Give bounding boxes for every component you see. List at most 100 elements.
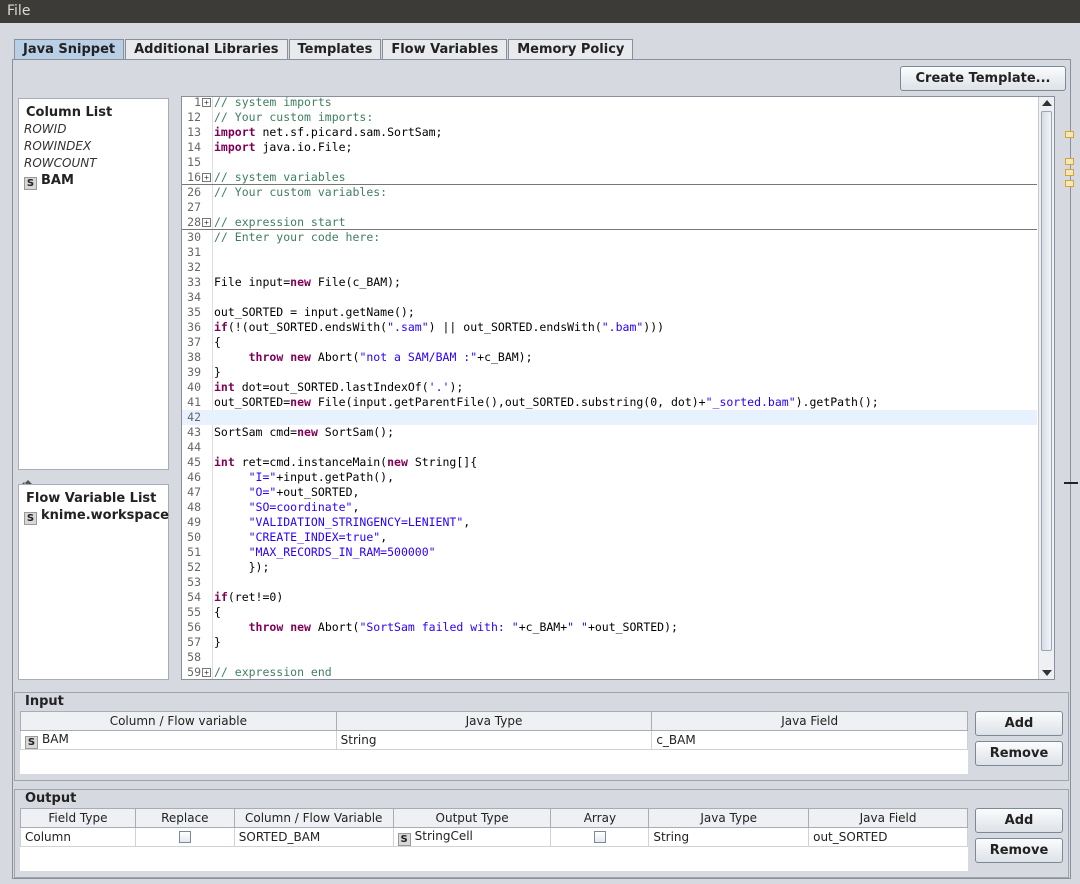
- column-header[interactable]: Column / Flow variable: [20, 711, 337, 731]
- code-line[interactable]: 36 if(!(out_SORTED.endsWith(".sam") || ou…: [182, 320, 1037, 335]
- code-line[interactable]: 32: [182, 260, 1037, 275]
- output-add-button[interactable]: Add: [975, 808, 1063, 833]
- cell-java-type[interactable]: String: [335, 730, 653, 750]
- cell-java-field[interactable]: out_SORTED: [808, 827, 968, 847]
- column-header[interactable]: Replace: [134, 808, 235, 828]
- code-line[interactable]: 42: [182, 410, 1037, 425]
- code-line[interactable]: 38 throw new Abort("not a SAM/BAM :"+c_B…: [182, 350, 1037, 365]
- scroll-thumb[interactable]: [1041, 111, 1052, 651]
- tab-flow-variables[interactable]: Flow Variables: [382, 39, 508, 59]
- code-line[interactable]: 50 "CREATE_INDEX=true",: [182, 530, 1037, 545]
- code-line[interactable]: 58: [182, 650, 1037, 665]
- code-line[interactable]: 41 out_SORTED=new File(input.getParentFil…: [182, 395, 1037, 410]
- list-item-knime-workspace[interactable]: Sknime.workspace: [19, 507, 169, 525]
- code-line[interactable]: 35 out_SORTED = input.getName();: [182, 305, 1037, 320]
- cell-column[interactable]: SORTED_BAM: [233, 827, 394, 847]
- code-line[interactable]: 51 "MAX_RECORDS_IN_RAM=500000": [182, 545, 1037, 560]
- code-line[interactable]: 54 if(ret!=0): [182, 590, 1037, 605]
- code-line[interactable]: 57}: [182, 635, 1037, 650]
- code-line[interactable]: 12 // Your custom imports:: [182, 110, 1037, 125]
- tab-templates[interactable]: Templates: [288, 39, 382, 59]
- list-item-bam[interactable]: S BAM: [19, 172, 168, 190]
- code-line[interactable]: 26 // Your custom variables:: [182, 185, 1037, 200]
- table-row[interactable]: S BAM String c_BAM: [20, 730, 968, 750]
- code-line[interactable]: 49 "VALIDATION_STRINGENCY=LENIENT",: [182, 515, 1037, 530]
- column-header[interactable]: Java Field: [651, 711, 968, 731]
- code-line[interactable]: 46 "I="+input.getPath(),: [182, 470, 1037, 485]
- editor-scrollbar[interactable]: [1038, 97, 1054, 679]
- list-item-rowindex[interactable]: ROWINDEX: [19, 138, 168, 155]
- scroll-down-icon[interactable]: [1042, 670, 1052, 676]
- column-list-splitter[interactable]: [18, 474, 169, 484]
- input-add-button[interactable]: Add: [975, 711, 1063, 736]
- list-item-rowcount[interactable]: ROWCOUNT: [19, 155, 168, 172]
- code-line[interactable]: 30 // Enter your code here:: [182, 230, 1037, 245]
- code-line[interactable]: 37 {: [182, 335, 1037, 350]
- code-line[interactable]: 33 File input=new File(c_BAM);: [182, 275, 1037, 290]
- code-line[interactable]: 14 import java.io.File;: [182, 140, 1037, 155]
- code-text: throw new Abort("SortSam failed with: "+…: [248, 620, 678, 634]
- column-header[interactable]: Java Type: [648, 808, 810, 828]
- column-header[interactable]: Array: [550, 808, 650, 828]
- code-line[interactable]: 55 {: [182, 605, 1037, 620]
- cell-field-type[interactable]: Column: [20, 827, 136, 847]
- code-line[interactable]: 52 });: [182, 560, 1037, 575]
- fold-expand-icon[interactable]: +: [202, 218, 211, 227]
- marker-icon[interactable]: [1065, 169, 1074, 176]
- fold-expand-icon[interactable]: +: [202, 98, 211, 107]
- code-line[interactable]: 27: [182, 200, 1037, 215]
- menu-file[interactable]: File: [7, 3, 30, 19]
- input-remove-button[interactable]: Remove: [975, 741, 1063, 766]
- cell-java-type[interactable]: String: [648, 827, 810, 847]
- tab-memory-policy[interactable]: Memory Policy: [508, 39, 634, 59]
- marker-icon[interactable]: [1065, 131, 1074, 138]
- code-line[interactable]: 31: [182, 245, 1037, 260]
- code-line[interactable]: 45 int ret=cmd.instanceMain(new String[]{: [182, 455, 1037, 470]
- column-header[interactable]: Java Type: [335, 711, 653, 731]
- fold-expand-icon[interactable]: +: [202, 668, 211, 677]
- code-text: out_SORTED = input.getName();: [214, 305, 415, 319]
- marker-icon[interactable]: [1065, 158, 1074, 165]
- line-number: 39: [187, 365, 201, 379]
- code-line[interactable]: 13 import net.sf.picard.sam.SortSam;: [182, 125, 1037, 140]
- string-type-icon: S: [24, 177, 37, 190]
- column-header[interactable]: Field Type: [20, 808, 136, 828]
- create-template-button[interactable]: Create Template...: [900, 66, 1066, 91]
- array-checkbox[interactable]: [593, 831, 606, 843]
- code-line[interactable]: 40 int dot=out_SORTED.lastIndexOf('.');: [182, 380, 1037, 395]
- fold-expand-icon[interactable]: +: [202, 173, 211, 182]
- code-line[interactable]: 16 +// system variables: [182, 170, 1037, 185]
- code-editor[interactable]: 1 +// system imports 12// Your custom impo…: [181, 96, 1055, 680]
- table-row[interactable]: Column SORTED_BAM S StringCell String out…: [20, 827, 968, 847]
- column-header[interactable]: Java Field: [808, 808, 968, 828]
- column-header[interactable]: Output Type: [392, 808, 552, 828]
- code-line[interactable]: 47 "O="+out_SORTED,: [182, 485, 1037, 500]
- code-line[interactable]: 1 +// system imports: [182, 96, 1037, 110]
- code-line[interactable]: 39}: [182, 365, 1037, 380]
- line-number: 1: [194, 96, 201, 109]
- scroll-up-icon[interactable]: [1042, 100, 1052, 106]
- tab-additional-libraries[interactable]: Additional Libraries: [125, 39, 288, 59]
- code-line[interactable]: 34: [182, 290, 1037, 305]
- code-line[interactable]: 59 +// expression end: [182, 665, 1037, 679]
- cell-java-field[interactable]: c_BAM: [651, 730, 968, 750]
- line-number: 55: [187, 605, 201, 619]
- code-line[interactable]: 28 +// expression start: [182, 215, 1037, 230]
- cell-output-type[interactable]: S StringCell: [392, 827, 552, 847]
- code-line[interactable]: 43 SortSam cmd=new SortSam();: [182, 425, 1037, 440]
- code-line[interactable]: 56 throw new Abort("SortSam failed with:…: [182, 620, 1037, 635]
- list-item-rowid[interactable]: ROWID: [19, 121, 168, 138]
- input-table: Column / Flow variable Java Type Java Fi…: [20, 711, 968, 774]
- replace-checkbox[interactable]: [178, 831, 191, 843]
- output-remove-button[interactable]: Remove: [975, 838, 1063, 863]
- code-line[interactable]: 15: [182, 155, 1037, 170]
- tab-java-snippet[interactable]: Java Snippet: [14, 39, 125, 60]
- code-line[interactable]: 53: [182, 575, 1037, 590]
- code-line[interactable]: 48 "SO=coordinate",: [182, 500, 1037, 515]
- cell-array: [550, 827, 650, 847]
- cell-column[interactable]: S BAM: [20, 730, 337, 750]
- cell-replace: [134, 827, 235, 847]
- column-header[interactable]: Column / Flow Variable: [233, 808, 394, 828]
- marker-icon[interactable]: [1065, 180, 1074, 187]
- code-line[interactable]: 44: [182, 440, 1037, 455]
